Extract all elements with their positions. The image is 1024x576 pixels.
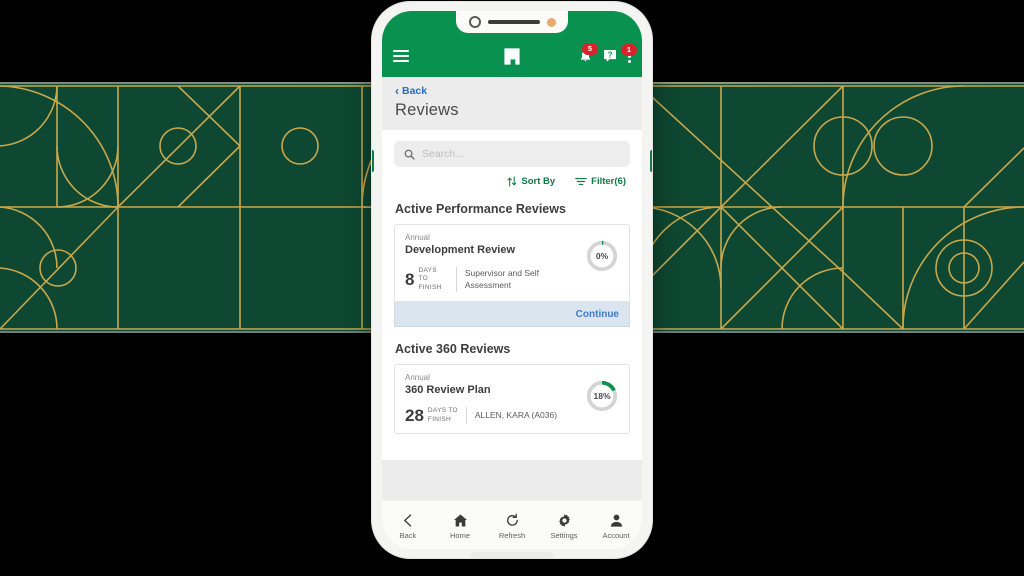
earpiece-speaker	[487, 20, 540, 24]
review-meta-row: 8 DAYS TO FINISH Supervisor and Self Ass…	[405, 267, 585, 293]
review-meta-row-360: 28 DAYS TO FINISH ALLEN, KARA (A036)	[405, 406, 585, 426]
days-label-line1: DAYS TO	[418, 267, 437, 283]
filter-label: Filter(6)	[591, 176, 626, 187]
phone-notch	[456, 11, 568, 33]
overflow-badge: 1	[621, 43, 637, 56]
overflow-menu-button[interactable]: 1	[621, 43, 637, 63]
review-card-360[interactable]: Annual 360 Review Plan 28 DAYS TO FINISH…	[394, 364, 630, 435]
volume-button[interactable]	[372, 150, 374, 172]
page-title: Reviews	[395, 101, 459, 119]
search-placeholder: Search...	[422, 148, 465, 160]
svg-text:?: ?	[608, 50, 613, 59]
nav-label-back: Back	[399, 530, 417, 540]
proximity-sensor-icon	[546, 17, 556, 27]
progress-percent-text-360: 18%	[593, 391, 611, 402]
meta-divider-360	[465, 407, 467, 425]
nav-label-refresh: Refresh	[498, 530, 526, 540]
review-card-details: Annual Development Review 8 DAYS TO FINI…	[405, 233, 585, 293]
nav-label-home: Home	[449, 530, 470, 540]
days-label-line2: FINISH	[418, 283, 442, 291]
sort-icon	[507, 176, 517, 187]
status-notch-bar	[382, 11, 642, 35]
section-title-performance-reviews: Active Performance Reviews	[395, 202, 566, 216]
back-link-label: Back	[402, 85, 428, 97]
continue-action-bar[interactable]: Continue	[394, 302, 630, 328]
screen-content: ‹ Back Reviews Search... Sort By Filter(…	[382, 77, 642, 500]
review-type-label-360: Annual	[405, 373, 430, 383]
sort-by-button[interactable]: Sort By	[507, 176, 555, 187]
days-remaining-label: DAYS TO FINISH	[418, 267, 447, 292]
nav-item-back[interactable]: Back	[384, 513, 432, 540]
nav-item-account[interactable]: Account	[592, 513, 640, 540]
progress-donut-360: 18%	[585, 379, 619, 413]
power-button[interactable]	[650, 150, 652, 172]
continue-button-label: Continue	[575, 308, 619, 320]
review-name-360: 360 Review Plan	[405, 384, 491, 397]
gear-icon	[558, 513, 570, 527]
section-title-360-reviews: Active 360 Reviews	[395, 342, 511, 357]
days-remaining-label-360: DAYS TO FINISH	[428, 407, 458, 424]
chevron-left-icon	[403, 513, 411, 527]
days-remaining-count: 8	[405, 270, 415, 290]
phone-screen: 5 ? 1 ‹ Back Reviews Search... Sort By F…	[382, 11, 642, 549]
review-name: Development Review	[405, 244, 516, 256]
nav-label-settings: Settings	[550, 530, 578, 540]
notifications-badge: 5	[582, 43, 598, 55]
progress-donut-development: 0%	[585, 239, 619, 273]
home-gesture-indicator[interactable]	[470, 552, 554, 558]
phone-device-frame: 5 ? 1 ‹ Back Reviews Search... Sort By F…	[372, 2, 652, 558]
days-label-line1-360: DAYS TO	[427, 407, 458, 415]
refresh-icon	[506, 513, 518, 526]
nav-item-refresh[interactable]: Refresh	[488, 513, 536, 540]
review-card-details-360: Annual 360 Review Plan 28 DAYS TO FINISH…	[405, 373, 585, 426]
help-button[interactable]: ?	[603, 49, 617, 63]
search-field[interactable]: Search...	[394, 141, 630, 167]
bottom-navigation-bar: Back Home Refresh Settings Account	[382, 500, 642, 549]
meta-divider	[455, 267, 457, 293]
notifications-bell-button[interactable]: 5	[579, 43, 598, 63]
sort-by-label: Sort By	[521, 176, 556, 187]
progress-percent-text: 0%	[595, 251, 609, 261]
paycom-logo-icon	[503, 47, 522, 66]
content-sheet: Search... Sort By Filter(6) Active Perfo…	[382, 130, 642, 460]
app-header-bar: 5 ? 1	[382, 35, 642, 77]
nav-label-account: Account	[602, 530, 630, 540]
review-assignment: Supervisor and Self Assessment	[464, 268, 540, 290]
filter-button[interactable]: Filter(6)	[575, 176, 626, 187]
person-icon	[610, 514, 622, 527]
days-label-line2-360: FINISH	[427, 415, 452, 423]
header-actions: 5 ? 1	[579, 43, 637, 63]
chevron-left-icon: ‹	[395, 84, 399, 98]
screenshot-stage: 5 ? 1 ‹ Back Reviews Search... Sort By F…	[0, 0, 1024, 576]
front-camera-icon	[468, 16, 481, 28]
review-subject-360: ALLEN, KARA (A036)	[474, 410, 558, 421]
search-icon	[404, 149, 415, 160]
sort-filter-row: Sort By Filter(6)	[394, 167, 630, 187]
help-question-icon: ?	[604, 50, 616, 62]
back-link[interactable]: ‹ Back	[382, 77, 642, 99]
nav-item-home[interactable]: Home	[436, 513, 484, 540]
days-remaining-count-360: 28	[405, 406, 424, 426]
nav-item-settings[interactable]: Settings	[540, 513, 588, 540]
review-type-label: Annual	[405, 233, 430, 242]
home-icon	[453, 514, 467, 526]
filter-icon	[575, 177, 587, 186]
hamburger-icon[interactable]	[393, 50, 409, 62]
review-card-development[interactable]: Annual Development Review 8 DAYS TO FINI…	[394, 224, 630, 303]
